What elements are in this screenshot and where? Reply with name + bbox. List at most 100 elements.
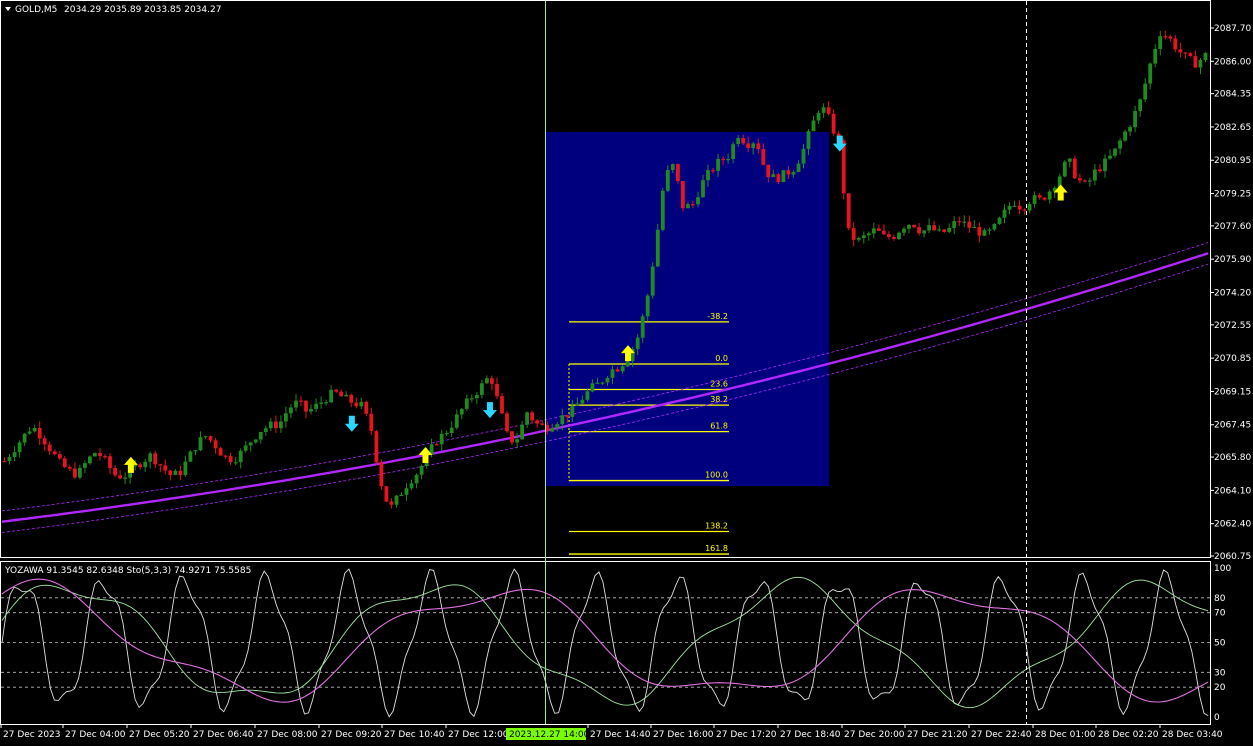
price-bar-body — [419, 466, 424, 475]
price-bar-body — [897, 232, 901, 239]
price-bar-body — [223, 455, 228, 457]
price-bar-body — [947, 228, 952, 232]
time-label: 27 Dec 18:40 — [780, 730, 841, 740]
price-bar-body — [530, 412, 534, 421]
price-bar-body — [344, 394, 349, 397]
price-bar-body — [786, 170, 791, 175]
price-label: 2087.70 — [1214, 24, 1251, 34]
price-bar-body — [369, 413, 374, 432]
price-bar-body — [32, 428, 37, 432]
price-bar-body — [1083, 180, 1087, 182]
time-label: 27 Dec 2023 — [3, 730, 61, 740]
price-bar-body — [505, 413, 509, 432]
price-bar-body — [922, 230, 926, 234]
price-bar-body — [198, 437, 203, 451]
price-bar-body — [268, 421, 273, 429]
price-bar-body — [580, 399, 585, 404]
price-bar-body — [384, 486, 389, 502]
fibonacci-box[interactable] — [546, 132, 829, 486]
price-bar-body — [877, 228, 881, 231]
price-bar-body — [932, 225, 936, 231]
price-bar-body — [635, 337, 640, 349]
oscillator-level-label: 80 — [1214, 594, 1226, 604]
price-bar-body — [887, 234, 891, 237]
price-bar-body — [349, 394, 354, 403]
price-bar-body — [605, 377, 610, 383]
symbol-menu-icon[interactable] — [5, 7, 11, 11]
price-label: 2072.55 — [1214, 321, 1251, 331]
price-bar-body — [404, 488, 409, 495]
price-bar-body — [1128, 127, 1132, 132]
price-bar-body — [1143, 83, 1148, 100]
price-bar-body — [937, 229, 942, 231]
price-bar-body — [962, 221, 967, 223]
price-bar-body — [851, 228, 856, 240]
price-bar-body — [153, 453, 158, 465]
price-bar-body — [892, 237, 896, 239]
trading-chart[interactable]: -38.2 0.0 23.6 38.2 61.8 100.0 138.2 161.8 GOLD… — [0, 0, 1253, 746]
price-bar-body — [1168, 36, 1173, 39]
price-bar-body — [766, 164, 771, 178]
price-bar-body — [183, 461, 188, 476]
price-bar-body — [409, 483, 414, 489]
fib-level-label: 161.8 — [705, 544, 728, 553]
price-bar-body — [304, 400, 308, 412]
price-bar-body — [525, 412, 529, 425]
price-bar-body — [741, 138, 746, 144]
price-bar-body — [1078, 178, 1082, 181]
price-bar-body — [233, 462, 238, 464]
price-bar-body — [1088, 180, 1092, 182]
price-bar-body — [485, 378, 489, 384]
price-bar-body — [706, 170, 710, 181]
price-bar-body — [992, 223, 997, 230]
price-bar-body — [289, 407, 293, 414]
time-axis: 27 Dec 2023 27 Dec 04:00 27 Dec 05:20 27 De… — [0, 724, 1223, 740]
price-bar-body — [284, 413, 288, 422]
oscillator-lines — [1, 568, 1209, 718]
time-label: 27 Dec 17:20 — [716, 730, 777, 740]
fib-level-label: -38.2 — [707, 312, 728, 321]
price-bar-body — [751, 143, 756, 148]
price-bar-body — [294, 400, 298, 408]
price-bar-body — [314, 403, 318, 409]
price-bar-body — [686, 204, 690, 209]
price-label: 2067.45 — [1214, 421, 1251, 431]
price-bar-body — [78, 467, 82, 478]
price-bar-body — [163, 465, 168, 471]
price-bar-body — [555, 424, 560, 429]
price-bar-body — [248, 442, 253, 446]
price-bar-body — [469, 398, 474, 400]
price-bar-body — [309, 408, 313, 412]
price-bar-body — [856, 237, 861, 240]
price-bar-body — [193, 450, 198, 452]
price-bar-body — [334, 389, 339, 392]
price-bar-body — [143, 461, 148, 468]
price-bar-body — [615, 369, 620, 372]
sell-signal-arrow-icon — [482, 402, 497, 419]
ohlc-values: 2034.29 2035.89 2033.85 2034.27 — [64, 5, 221, 15]
price-bar-body — [1163, 36, 1168, 38]
price-bar-body — [1062, 161, 1067, 177]
price-bar-body — [967, 221, 972, 228]
price-bar-body — [83, 463, 87, 468]
price-bar-body — [439, 433, 444, 445]
price-bar-body — [399, 494, 404, 496]
price-bar-body — [434, 444, 439, 446]
oscillator-level-label: 0 — [1214, 713, 1220, 723]
price-bar-body — [52, 451, 57, 455]
price-bar-body — [1022, 209, 1027, 211]
time-label: 27 Dec 12:00 — [448, 730, 509, 740]
price-label: 2077.60 — [1214, 222, 1251, 232]
price-bar-body — [821, 107, 826, 113]
oscillator-level-label: 30 — [1214, 668, 1226, 678]
price-bar-body — [22, 433, 27, 443]
price-bar-body — [590, 383, 595, 392]
price-bar-body — [1093, 169, 1097, 181]
price-bar-body — [761, 149, 766, 165]
price-bar-body — [7, 457, 12, 461]
price-bar-body — [816, 112, 821, 121]
price-bar-body — [861, 235, 866, 238]
price-bar-body — [1113, 148, 1117, 156]
price-bar-body — [1072, 158, 1077, 179]
price-bar-body — [42, 438, 47, 445]
